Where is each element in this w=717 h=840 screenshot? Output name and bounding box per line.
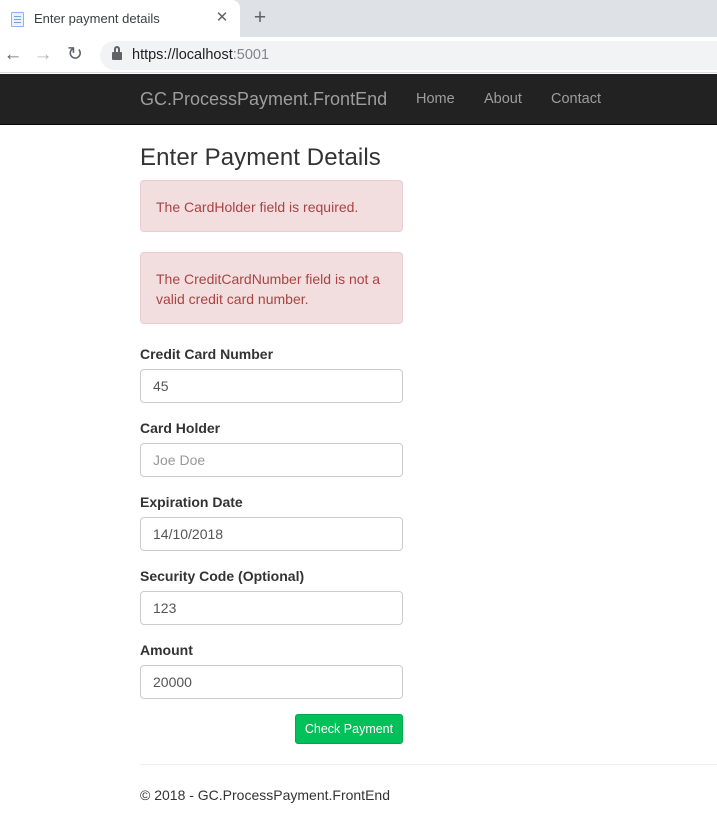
browser-tabstrip: Enter payment details ✕ + <box>0 0 717 37</box>
footer-divider <box>140 764 717 765</box>
expiration-date-input[interactable]: 14/10/2018 <box>140 517 403 551</box>
url-host: https://localhost <box>132 47 233 63</box>
security-code-label: Security Code (Optional) <box>140 568 305 584</box>
page-favicon-icon <box>11 12 24 27</box>
amount-input[interactable]: 20000 <box>140 665 403 699</box>
browser-tab[interactable]: Enter payment details ✕ <box>0 0 240 37</box>
security-code-input[interactable]: 123 <box>140 591 403 625</box>
card-holder-input[interactable]: Joe Doe <box>140 443 403 477</box>
credit-card-number-label: Credit Card Number <box>140 346 274 362</box>
reload-icon[interactable]: ↻ <box>63 43 87 67</box>
address-bar[interactable]: https://localhost:5001 <box>100 41 717 70</box>
back-arrow-icon[interactable]: ← <box>1 43 25 67</box>
error-alert-cardholder: The CardHolder field is required. <box>140 180 403 232</box>
url-port: :5001 <box>232 47 270 63</box>
tab-title: Enter payment details <box>34 11 160 26</box>
error-alert-cardnumber: The CreditCardNumber field is not a vali… <box>140 252 403 324</box>
browser-toolbar: ← → ↻ https://localhost:5001 <box>0 37 717 73</box>
nav-link-home[interactable]: Home <box>416 91 455 107</box>
amount-label: Amount <box>140 642 193 658</box>
site-navbar: GC.ProcessPayment.FrontEnd Home About Co… <box>0 74 717 125</box>
navbar-brand[interactable]: GC.ProcessPayment.FrontEnd <box>140 89 387 110</box>
nav-link-contact[interactable]: Contact <box>551 91 601 107</box>
check-payment-button[interactable]: Check Payment <box>295 714 403 744</box>
nav-link-about[interactable]: About <box>484 91 522 107</box>
close-tab-icon[interactable]: ✕ <box>212 8 232 28</box>
footer-copyright: © 2018 - GC.ProcessPayment.FrontEnd <box>140 787 390 803</box>
forward-arrow-icon[interactable]: → <box>31 43 55 67</box>
credit-card-number-input[interactable]: 45 <box>140 369 403 403</box>
lock-icon <box>112 46 122 61</box>
expiration-date-label: Expiration Date <box>140 494 243 510</box>
new-tab-icon[interactable]: + <box>249 7 271 29</box>
card-holder-label: Card Holder <box>140 420 221 436</box>
address-url: https://localhost:5001 <box>132 47 269 63</box>
page-title: Enter Payment Details <box>140 144 381 171</box>
